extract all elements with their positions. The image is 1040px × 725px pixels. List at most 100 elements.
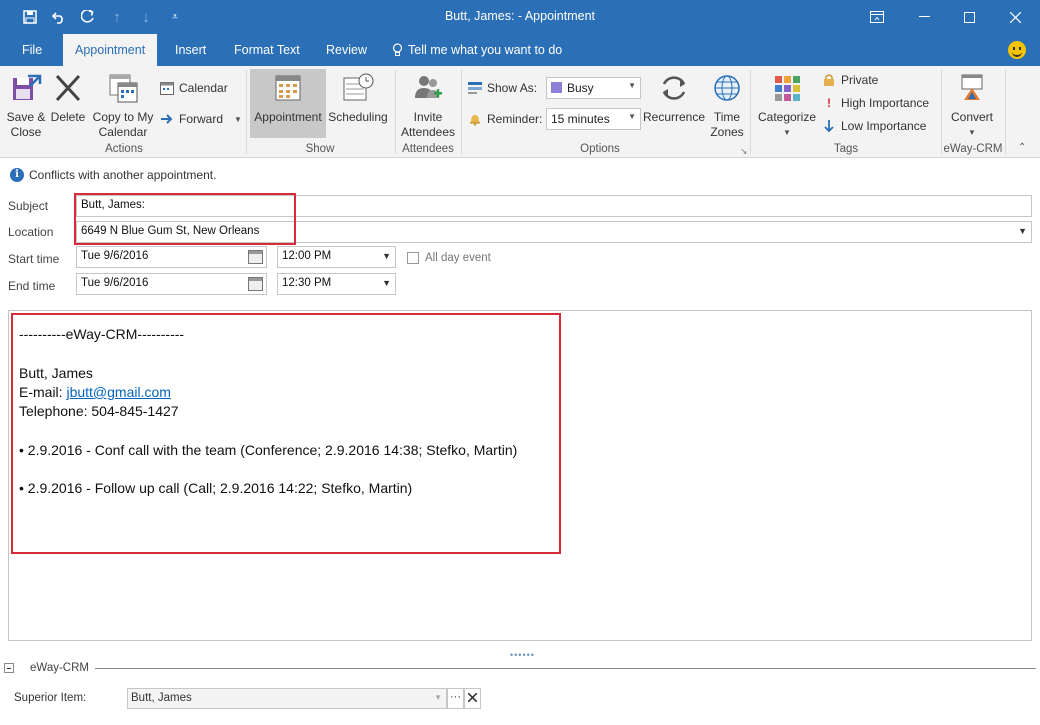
group-label-attendees: Attendees [402,143,454,155]
panel-splitter-handle[interactable]: •••••• [510,650,535,660]
start-date-value: Tue 9/6/2016 [81,250,149,262]
invite-label-2: Attendees [400,125,456,139]
recurrence-icon [662,76,686,100]
appointment-icon [275,75,301,101]
ribbon-separator [941,70,942,154]
busy-swatch [551,82,562,93]
group-label-options: Options [580,143,620,155]
scheduling-button[interactable]: Scheduling [327,72,389,125]
browse-button[interactable]: ··· [447,688,464,709]
chevron-down-icon: ▼ [382,278,391,288]
calendar-picker-icon[interactable] [248,250,263,264]
start-time-label: Start time [8,252,60,266]
reminder-label: Reminder: [487,112,543,126]
categorize-icon [775,76,800,101]
convert-icon [961,74,983,100]
forward-button[interactable]: Forward ▼ [160,109,242,129]
show-as-icon [468,82,482,94]
high-importance-label: High Importance [841,96,930,110]
show-as-label-row: Show As: [468,78,537,98]
chevron-down-icon: ▼ [434,693,442,702]
reminder-dropdown[interactable]: 15 minutes ▼ [546,108,641,130]
globe-icon [714,75,740,101]
delete-button[interactable]: Delete [48,72,88,125]
save-close-label-1: Save & [6,110,46,124]
down-arrow-icon [824,120,834,133]
end-date-input[interactable]: Tue 9/6/2016 [76,273,267,295]
tab-review[interactable]: Review [314,34,379,66]
calendar-button[interactable]: Calendar [160,78,228,98]
forward-dropdown-icon[interactable]: ▼ [234,115,242,124]
eway-panel-header: eWay-CRM [4,660,1036,676]
save-close-label-2: Close [10,125,42,139]
reminder-value: 15 minutes [551,112,610,126]
all-day-event-checkbox[interactable]: All day event [407,252,491,264]
calendar-picker-icon[interactable] [248,277,263,291]
all-day-label: All day event [425,252,491,264]
forward-icon [161,114,173,124]
group-label-eway: eWay-CRM [943,143,1003,155]
tab-appointment[interactable]: Appointment [63,34,158,66]
time-zones-button[interactable]: Time Zones [707,72,747,140]
convert-label: Convert [950,110,994,124]
divider [95,667,1036,669]
bell-icon [470,115,480,126]
ribbon-separator [1005,70,1006,154]
time-zones-label-1: Time [713,110,741,124]
copy-to-calendar-button[interactable]: Copy to My Calendar [89,72,157,140]
copy-calendar-icon [109,74,138,103]
superior-item-value: Butt, James [131,692,192,704]
low-importance-button[interactable]: Low Importance [822,116,926,136]
start-time-dropdown[interactable]: 12:00 PM ▼ [277,246,396,268]
collapse-ribbon-icon[interactable]: ⌃ [1018,142,1026,153]
lock-icon [824,74,834,86]
scheduling-icon [343,73,374,101]
collapse-panel-icon[interactable] [4,663,14,673]
location-dropdown-icon[interactable]: ▼ [1018,226,1027,236]
invite-attendees-icon [415,76,442,98]
end-time-dropdown[interactable]: 12:30 PM ▼ [277,273,396,295]
copy-label-1: Copy to My [92,110,154,124]
superior-item-label: Superior Item: [14,692,87,704]
ribbon-separator [246,70,247,154]
superior-item-input[interactable]: Butt, James ▼ [127,688,447,709]
recurrence-label: Recurrence [643,110,706,124]
invite-label-1: Invite [413,110,443,124]
feedback-smiley-icon[interactable] [1008,41,1026,59]
title-bar: ↑ ↓ ⩡ Butt, James: - Appointment [0,0,1040,34]
end-date-value: Tue 9/6/2016 [81,277,149,289]
delete-label: Delete [50,110,86,124]
convert-button[interactable]: Convert ▼ [946,72,998,140]
high-importance-button[interactable]: ! High Importance [822,93,929,113]
save-close-button[interactable]: Save & Close [4,72,48,140]
tab-format-text[interactable]: Format Text [222,34,312,66]
tab-file[interactable]: File [10,34,54,66]
private-button[interactable]: Private [822,70,878,90]
tell-me-box[interactable]: Tell me what you want to do [380,34,574,66]
private-label: Private [841,73,879,87]
ribbon-separator [395,70,396,154]
location-label: Location [8,225,54,239]
invite-attendees-button[interactable]: Invite Attendees [398,72,458,140]
categorize-label: Categorize [757,110,817,124]
options-dialog-launcher-icon[interactable]: ↘ [740,146,748,157]
recurrence-button[interactable]: Recurrence [643,72,705,125]
maximize-button[interactable] [954,6,984,28]
close-button[interactable] [1000,6,1030,28]
minimize-button[interactable] [909,6,939,28]
info-message: Conflicts with another appointment. [29,168,217,182]
show-as-dropdown[interactable]: Busy ▼ [546,77,641,99]
calendar-label: Calendar [179,81,228,95]
highlight-box-subject-location [74,193,296,245]
start-date-input[interactable]: Tue 9/6/2016 [76,246,267,268]
eway-panel-title: eWay-CRM [30,662,89,674]
close-icon [467,692,478,703]
highlight-box-body [11,313,561,554]
forward-label: Forward [179,112,224,126]
ribbon-display-options-icon[interactable] [862,6,892,28]
tab-insert[interactable]: Insert [163,34,218,66]
end-time-label: End time [8,279,56,293]
appointment-view-button[interactable]: Appointment [250,69,326,138]
clear-button[interactable] [464,688,481,709]
categorize-button[interactable]: Categorize ▼ [755,72,819,140]
